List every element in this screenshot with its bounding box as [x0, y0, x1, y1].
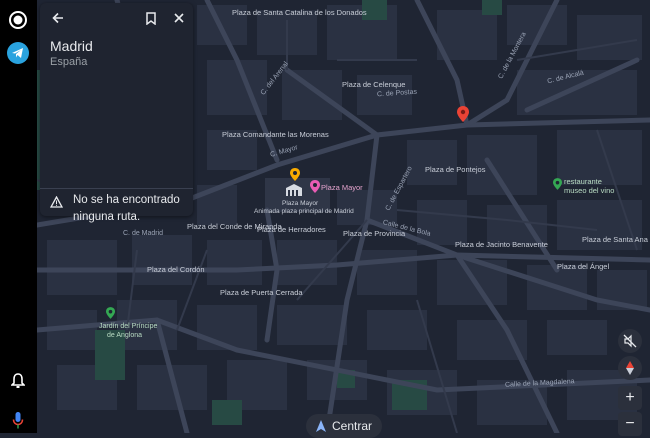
- zoom-in-button[interactable]: +: [618, 386, 642, 410]
- volume-off-icon: [623, 334, 637, 348]
- compass-icon: [626, 361, 634, 375]
- place-label: Plaza de Santa Ana: [582, 235, 648, 244]
- place-label: Plaza de Pontejos: [425, 165, 486, 174]
- telegram-icon[interactable]: [6, 41, 30, 65]
- place-label: Plaza de Celenque: [342, 80, 406, 89]
- mute-button[interactable]: [618, 329, 642, 353]
- place-label: Plaza de Jacinto Benavente: [455, 240, 548, 249]
- place-label: Plaza de Provincia: [343, 229, 406, 238]
- restaurant-label: restaurante museo del vino: [564, 177, 615, 195]
- place-label: Plaza del Ángel: [557, 262, 610, 271]
- no-route-message: No se ha encontrado ninguna ruta.: [50, 192, 185, 226]
- zoom-out-button[interactable]: −: [618, 412, 642, 436]
- mic-icon[interactable]: [6, 408, 30, 432]
- divider: [40, 188, 193, 189]
- place-subtitle: España: [50, 56, 88, 68]
- center-button[interactable]: Centrar: [306, 414, 382, 438]
- center-label: Centrar: [331, 419, 372, 433]
- assistant-icon[interactable]: [6, 8, 30, 32]
- bell-icon[interactable]: [6, 369, 30, 393]
- navigation-arrow-icon: [315, 420, 326, 432]
- place-label: Plaza de Puerta Cerrada: [220, 288, 303, 297]
- panel-toolbar: [40, 3, 193, 33]
- plaza-mayor-description: Animada plaza principal de Madrid: [254, 208, 354, 215]
- compass-button[interactable]: [618, 356, 642, 380]
- park-label: Jardín del Príncipe de Anglona: [99, 323, 158, 339]
- no-route-text: No se ha encontrado ninguna ruta.: [73, 194, 180, 223]
- plaza-mayor-pin-label: Plaza Mayor: [321, 183, 363, 192]
- place-label: Plaza Comandante las Morenas: [222, 130, 329, 139]
- street-label: C. de Madrid: [123, 230, 164, 237]
- warning-icon: [50, 196, 63, 208]
- back-arrow-icon[interactable]: [49, 9, 67, 27]
- place-label: Plaza del Cordón: [147, 265, 205, 274]
- left-rail: [0, 0, 37, 433]
- close-icon[interactable]: [170, 9, 188, 27]
- place-label: Plaza de Santa Catalina de los Donados: [232, 8, 367, 17]
- plaza-mayor-label: Plaza Mayor: [282, 200, 319, 207]
- place-title: Madrid: [50, 38, 93, 54]
- place-panel: Madrid España No se ha encontrado ningun…: [40, 3, 193, 223]
- place-label: Plaza de Herradores: [257, 225, 326, 234]
- bookmark-icon[interactable]: [142, 9, 160, 27]
